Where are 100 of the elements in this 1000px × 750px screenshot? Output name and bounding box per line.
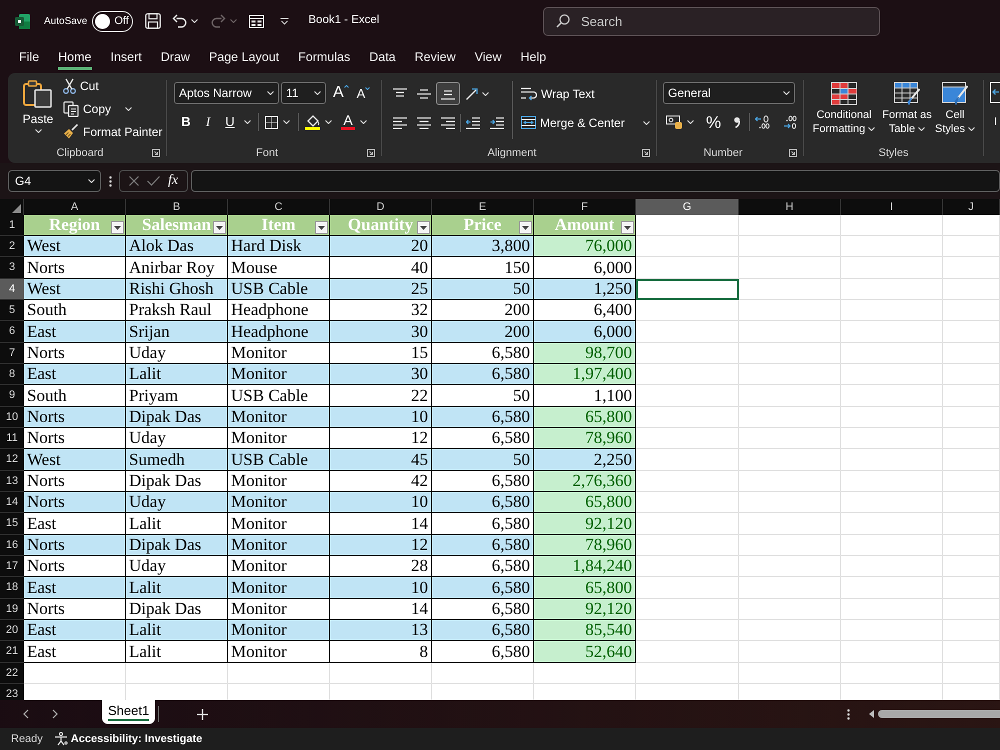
decimal-right-arrow-icon[interactable] — [782, 115, 798, 129]
table-cell: 6,580 — [432, 407, 534, 428]
ribbon-tab[interactable]: Data — [369, 44, 396, 70]
row-header[interactable]: 13 — [0, 471, 24, 492]
ribbon-tab[interactable]: View — [474, 44, 502, 70]
row-header[interactable]: 12 — [0, 449, 24, 471]
corner-triangle-icon[interactable] — [12, 204, 21, 213]
row-header[interactable]: 16 — [0, 535, 24, 556]
table-cell: East — [24, 364, 126, 385]
chevron-right-icon[interactable] — [52, 709, 58, 719]
filter-button[interactable] — [111, 221, 124, 234]
row-header[interactable]: 2 — [0, 236, 24, 257]
font-color-button[interactable]: A — [341, 114, 367, 130]
column-header[interactable]: I — [841, 199, 943, 215]
format-painter-button[interactable]: Format Painter — [63, 120, 162, 144]
save-icon[interactable] — [145, 13, 162, 29]
table-cell: 1,100 — [534, 385, 636, 407]
corner-arrow-icon[interactable] — [642, 149, 650, 157]
conditional-formatting-button[interactable]: Conditional Formatting — [812, 82, 876, 136]
undo-button[interactable] — [172, 14, 198, 28]
font-name-dropdown[interactable]: Aptos Narrow — [174, 82, 279, 104]
row-header[interactable]: 17 — [0, 556, 24, 577]
filter-button[interactable] — [417, 221, 430, 234]
borders-button[interactable] — [265, 116, 290, 128]
ribbon-tab[interactable]: Home — [58, 44, 92, 70]
filter-button[interactable] — [621, 221, 634, 234]
filter-button[interactable] — [213, 221, 226, 234]
row-header[interactable]: 19 — [0, 599, 24, 620]
cut-button[interactable]: Cut — [63, 75, 162, 98]
chevron-left-icon[interactable] — [23, 709, 29, 719]
number-format-dropdown[interactable]: General — [663, 82, 795, 104]
accounting-format-button[interactable] — [666, 115, 694, 129]
shrink-font-button[interactable]: A — [356, 86, 370, 100]
name-box[interactable]: G4 — [8, 170, 101, 192]
column-header[interactable]: J — [943, 199, 1000, 215]
italic-button[interactable]: I — [197, 112, 219, 132]
row-header[interactable]: 9 — [0, 385, 24, 407]
row-header[interactable]: 8 — [0, 364, 24, 385]
row-header[interactable]: 5 — [0, 300, 24, 321]
filter-button[interactable] — [519, 221, 532, 234]
align-bottom-button[interactable] — [436, 82, 460, 105]
ribbon-tab[interactable]: Review — [414, 44, 456, 70]
insert-function-button[interactable]: fx — [168, 174, 178, 188]
row-header[interactable]: 15 — [0, 513, 24, 535]
left-triangle-icon[interactable] — [869, 710, 874, 718]
copy-button[interactable]: Copy — [63, 98, 162, 120]
row-header[interactable]: 18 — [0, 577, 24, 599]
row-header[interactable]: 6 — [0, 321, 24, 343]
decimal-left-arrow-icon[interactable] — [755, 115, 770, 129]
formula-input[interactable] — [191, 170, 1000, 192]
autosave-toggle[interactable]: Off — [92, 10, 134, 32]
underline-button[interactable]: U — [219, 112, 241, 132]
scrollbar-thumb[interactable] — [878, 710, 1000, 718]
form-icon[interactable] — [249, 14, 264, 28]
row-header[interactable]: 4 — [0, 279, 24, 300]
fill-color-button[interactable] — [305, 114, 332, 130]
ribbon-tab[interactable]: Help — [520, 44, 546, 70]
corner-arrow-icon[interactable] — [152, 149, 160, 157]
ribbon-tab[interactable]: Formulas — [298, 44, 350, 70]
row-header[interactable]: 22 — [0, 663, 24, 684]
box-arrow-icon[interactable] — [990, 82, 1000, 104]
ribbon-tab[interactable]: Draw — [160, 44, 190, 70]
accessibility-icon[interactable] — [54, 732, 68, 746]
row-header[interactable]: 20 — [0, 620, 24, 641]
wrap-text-button[interactable]: Wrap Text — [521, 82, 650, 105]
column-header[interactable]: G — [636, 199, 739, 215]
font-size-dropdown[interactable]: 11 — [281, 82, 326, 104]
row-header[interactable]: 1 — [0, 215, 24, 236]
status-text: Ready — [11, 732, 43, 747]
percent-style-button[interactable]: % — [706, 114, 722, 130]
row-header[interactable]: 14 — [0, 492, 24, 513]
column-header[interactable]: H — [739, 199, 841, 215]
ribbon-tab[interactable]: Insert — [110, 44, 142, 70]
plus-icon[interactable] — [197, 708, 208, 720]
row-header[interactable]: 23 — [0, 684, 24, 700]
grow-font-button[interactable]: A — [333, 85, 349, 101]
row-header[interactable]: 10 — [0, 407, 24, 428]
sheet-tab[interactable]: Sheet1 — [102, 700, 156, 724]
filter-button[interactable] — [315, 221, 328, 234]
corner-arrow-icon[interactable] — [367, 149, 375, 157]
row-header[interactable]: 11 — [0, 428, 24, 449]
search-field[interactable]: Search — [543, 6, 880, 36]
ribbon-tab[interactable]: File — [19, 44, 40, 70]
bold-button[interactable]: B — [175, 112, 197, 132]
paste-button[interactable]: Paste — [16, 73, 60, 143]
line-caret-icon[interactable] — [280, 18, 290, 24]
ribbon-tab[interactable]: Page Layout — [208, 44, 280, 70]
row-header[interactable]: 3 — [0, 257, 24, 279]
selected-cell[interactable] — [636, 279, 739, 300]
align-top-icon — [393, 88, 407, 100]
cell-styles-button[interactable]: Cell Styles — [934, 82, 976, 136]
row-header[interactable]: 7 — [0, 343, 24, 364]
corner-arrow-icon[interactable] — [789, 149, 797, 157]
more-options-icon[interactable] — [109, 176, 112, 186]
comma-icon[interactable] — [734, 116, 740, 128]
accessibility-button[interactable]: Accessibility: Investigate — [70, 730, 202, 748]
row-header[interactable]: 21 — [0, 641, 24, 663]
format-as-table-button[interactable]: Format as Table — [881, 82, 933, 136]
merge-center-button[interactable]: Merge & Center — [521, 111, 650, 134]
more-options-icon[interactable] — [847, 708, 850, 720]
